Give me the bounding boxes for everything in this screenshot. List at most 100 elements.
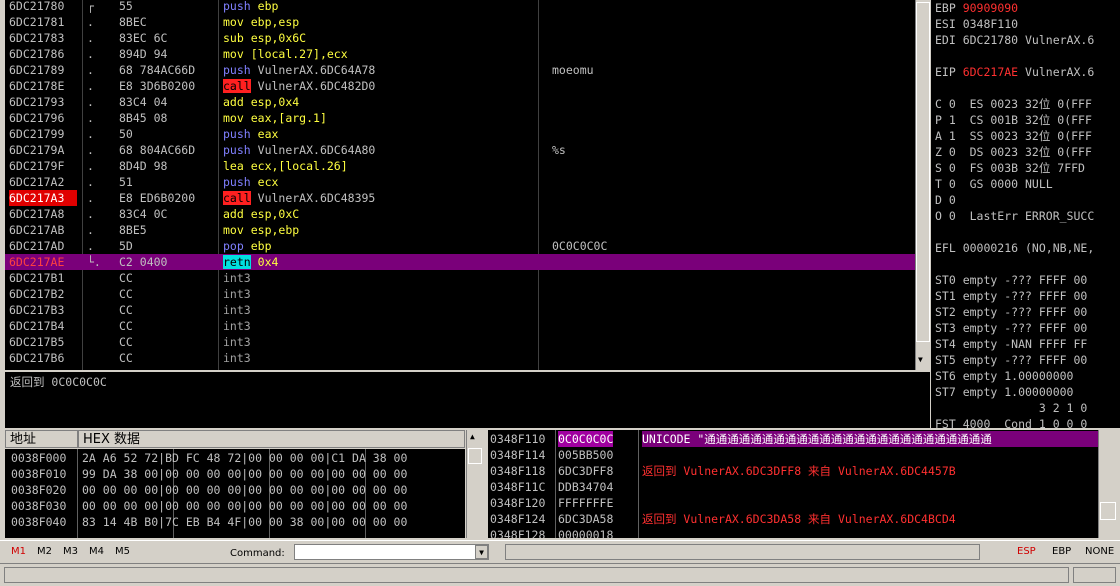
disasm-row[interactable]: 6DC217B3 CC int3 bbox=[5, 302, 915, 318]
mem-tab-m2[interactable]: M2 bbox=[37, 546, 52, 557]
dump-row[interactable]: 0038F040 83 14 4B B0|7C EB B4 4F|00 00 38… bbox=[5, 514, 465, 530]
disasm-row[interactable]: 6DC21786. 894D 94 mov [local.27],ecx bbox=[5, 46, 915, 62]
chevron-down-icon[interactable]: ▼ bbox=[475, 545, 488, 559]
disasm-row[interactable]: 6DC21783. 83EC 6C sub esp,0x6C bbox=[5, 30, 915, 46]
register-line[interactable]: ST6 empty 1.00000000 bbox=[935, 368, 1073, 384]
stack-row[interactable]: 0348F110 0C0C0C0C UNICODE "通通通通通通通通通通通通通通通… bbox=[488, 431, 1098, 447]
disasm-mnemonic: push bbox=[223, 175, 251, 189]
register-line[interactable]: O 0 LastErr ERROR_SUCC bbox=[935, 208, 1094, 224]
disasm-row[interactable]: 6DC2178E. E8 3D6B0200 call VulnerAX.6DC482… bbox=[5, 78, 915, 94]
register-line[interactable]: ESI 0348F110 bbox=[935, 16, 1018, 32]
disasm-operands: VulnerAX.6DC64A80 bbox=[257, 143, 376, 157]
stack-row[interactable]: 0348F11C DDB34704 bbox=[488, 479, 1098, 495]
stack-mode-esp[interactable]: ESP bbox=[1017, 546, 1036, 557]
command-input[interactable] bbox=[294, 544, 489, 560]
scroll-up-arrow-icon[interactable]: ▲ bbox=[470, 432, 475, 441]
stack-mode-none[interactable]: NONE bbox=[1085, 546, 1114, 557]
register-line[interactable]: Z 0 DS 0023 32位 0(FFF bbox=[935, 144, 1092, 160]
disasm-instruction: mov esp,ebp bbox=[223, 222, 299, 238]
disasm-instruction: sub esp,0x6C bbox=[223, 30, 306, 46]
register-line[interactable]: P 1 CS 001B 32位 0(FFF bbox=[935, 112, 1092, 128]
disasm-row[interactable]: 6DC2179F. 8D4D 98 lea ecx,[local.26] bbox=[5, 158, 915, 174]
register-line[interactable]: D 0 bbox=[935, 192, 956, 208]
disasm-row[interactable]: 6DC217AB. 8BE5 mov esp,ebp bbox=[5, 222, 915, 238]
stack-scrollbar[interactable] bbox=[1098, 430, 1117, 538]
disasm-address: 6DC217AE bbox=[9, 255, 65, 269]
disasm-instruction: mov ebp,esp bbox=[223, 14, 299, 30]
register-line[interactable]: A 1 SS 0023 32位 0(FFF bbox=[935, 128, 1092, 144]
register-line[interactable]: ST1 empty -??? FFFF 00 bbox=[935, 288, 1087, 304]
disasm-row[interactable]: 6DC217B6 CC int3 bbox=[5, 350, 915, 366]
dump-scrollbar[interactable]: ▲ bbox=[466, 430, 483, 538]
register-line[interactable]: ST5 empty -??? FFFF 00 bbox=[935, 352, 1087, 368]
dump-scroll-thumb[interactable] bbox=[468, 448, 482, 464]
mem-tab-m5[interactable]: M5 bbox=[115, 546, 130, 557]
dump-col-hex[interactable]: HEX 数据 bbox=[78, 430, 465, 448]
disasm-row[interactable]: 6DC21780 ┌ 55 push ebp bbox=[5, 0, 915, 14]
disasm-hex: CC bbox=[119, 303, 133, 317]
register-line[interactable]: ST2 empty -??? FFFF 00 bbox=[935, 304, 1087, 320]
disasm-branch-marker: ┌ bbox=[87, 0, 94, 13]
register-label: 3 2 1 0 bbox=[935, 401, 1088, 415]
register-line[interactable]: C 0 ES 0023 32位 0(FFF bbox=[935, 96, 1092, 112]
register-line[interactable]: S 0 FS 003B 32位 7FFD bbox=[935, 160, 1085, 176]
disasm-row[interactable]: 6DC21796. 8B45 08 mov eax,[arg.1] bbox=[5, 110, 915, 126]
register-line[interactable]: ST3 empty -??? FFFF 00 bbox=[935, 320, 1087, 336]
register-line[interactable]: EIP 6DC217AE VulnerAX.6 bbox=[935, 64, 1094, 80]
disasm-row[interactable]: 6DC217B2 CC int3 bbox=[5, 286, 915, 302]
disasm-instruction: int3 bbox=[223, 286, 258, 302]
dump-row[interactable]: 0038F010 99 DA 38 00|00 00 00 00|00 00 00… bbox=[5, 466, 465, 482]
disasm-address: 6DC217AB bbox=[9, 223, 65, 237]
disasm-row[interactable]: 6DC217AE └. C2 0400 retn 0x4 bbox=[5, 254, 915, 270]
register-line[interactable]: EBP 90909090 bbox=[935, 0, 1018, 16]
register-line[interactable]: ST0 empty -??? FFFF 00 bbox=[935, 272, 1087, 288]
disasm-branch-marker: . bbox=[87, 175, 94, 189]
stack-pane[interactable]: 0348F110 0C0C0C0C UNICODE "通通通通通通通通通通通通通通通… bbox=[488, 430, 1098, 538]
register-line[interactable]: FST 4000 Cond 1 0 0 0 bbox=[935, 416, 1087, 428]
disassembly-pane[interactable]: 6DC21780 ┌ 55 push ebp 6DC21781. 8BEC mov ebp,… bbox=[5, 0, 915, 370]
register-line[interactable]: ST7 empty 1.00000000 bbox=[935, 384, 1073, 400]
register-line[interactable]: T 0 GS 0000 NULL bbox=[935, 176, 1053, 192]
disassembly-scrollbar[interactable]: ▼ bbox=[915, 0, 930, 370]
stack-row[interactable]: 0348F120 FFFFFFFE bbox=[488, 495, 1098, 511]
disasm-row[interactable]: 6DC217A3. E8 ED6B0200 call VulnerAX.6DC483… bbox=[5, 190, 915, 206]
dump-row[interactable]: 0038F000 2A A6 52 72|BD FC 48 72|00 00 00… bbox=[5, 450, 465, 466]
disasm-row[interactable]: 6DC217AD. 5D pop ebp 0C0C0C0C bbox=[5, 238, 915, 254]
register-line[interactable]: EDI 6DC21780 VulnerAX.6 bbox=[935, 32, 1094, 48]
mem-tab-m3[interactable]: M3 bbox=[63, 546, 78, 557]
disasm-row[interactable]: 6DC217A2. 51 push ecx bbox=[5, 174, 915, 190]
registers-pane[interactable]: EBP 90909090 ESI 0348F110 EDI 6DC21780 Vul… bbox=[931, 0, 1120, 428]
dump-pane[interactable]: 0038F000 2A A6 52 72|BD FC 48 72|00 00 00… bbox=[5, 449, 465, 538]
stack-row[interactable]: 0348F124 6DC3DA58 返回到 VulnerAX.6DC3DA58 来自… bbox=[488, 511, 1098, 527]
status-message bbox=[4, 567, 1069, 583]
dump-col-address[interactable]: 地址 bbox=[5, 430, 78, 448]
stack-row[interactable]: 0348F128 00000018 bbox=[488, 527, 1098, 538]
disasm-row[interactable]: 6DC217A8. 83C4 0C add esp,0xC bbox=[5, 206, 915, 222]
disasm-row[interactable]: 6DC21789. 68 784AC66D push VulnerAX.6DC64A… bbox=[5, 62, 915, 78]
register-line[interactable]: 3 2 1 0 bbox=[935, 400, 1087, 416]
mem-tab-m1[interactable]: M1 bbox=[11, 546, 26, 557]
disasm-row[interactable]: 6DC217B4 CC int3 bbox=[5, 318, 915, 334]
dump-row[interactable]: 0038F020 00 00 00 00|00 00 00 00|00 00 00… bbox=[5, 482, 465, 498]
stack-row[interactable]: 0348F114 005BB500 bbox=[488, 447, 1098, 463]
disasm-row[interactable]: 6DC217B1 CC int3 bbox=[5, 270, 915, 286]
disasm-row[interactable]: 6DC21793. 83C4 04 add esp,0x4 bbox=[5, 94, 915, 110]
stack-mode-ebp[interactable]: EBP bbox=[1052, 546, 1071, 557]
disasm-hex: 83EC 6C bbox=[119, 31, 168, 45]
register-line[interactable]: EFL 00000216 (NO,NB,NE, bbox=[935, 240, 1094, 256]
disasm-row[interactable]: 6DC21799. 50 push eax bbox=[5, 126, 915, 142]
stack-row[interactable]: 0348F118 6DC3DFF8 返回到 VulnerAX.6DC3DFF8 来自… bbox=[488, 463, 1098, 479]
disasm-row[interactable]: 6DC21781. 8BEC mov ebp,esp bbox=[5, 14, 915, 30]
disassembly-scroll-thumb[interactable] bbox=[916, 2, 930, 342]
stack-scroll-thumb[interactable] bbox=[1100, 502, 1116, 520]
disasm-operands: esp,0x4 bbox=[250, 95, 300, 109]
disasm-row[interactable]: 6DC217B5 CC int3 bbox=[5, 334, 915, 350]
mem-tab-m4[interactable]: M4 bbox=[89, 546, 104, 557]
register-line[interactable]: ST4 empty -NAN FFFF FF bbox=[935, 336, 1087, 352]
disasm-row[interactable]: 6DC2179A. 68 804AC66D push VulnerAX.6DC64A… bbox=[5, 142, 915, 158]
disasm-mnemonic: mov bbox=[223, 111, 244, 125]
scroll-down-arrow-icon[interactable]: ▼ bbox=[918, 355, 923, 364]
dump-row[interactable]: 0038F030 00 00 00 00|00 00 00 00|00 00 00… bbox=[5, 498, 465, 514]
disasm-hex: 68 804AC66D bbox=[119, 143, 196, 157]
disasm-mnemonic: int3 bbox=[223, 271, 251, 285]
